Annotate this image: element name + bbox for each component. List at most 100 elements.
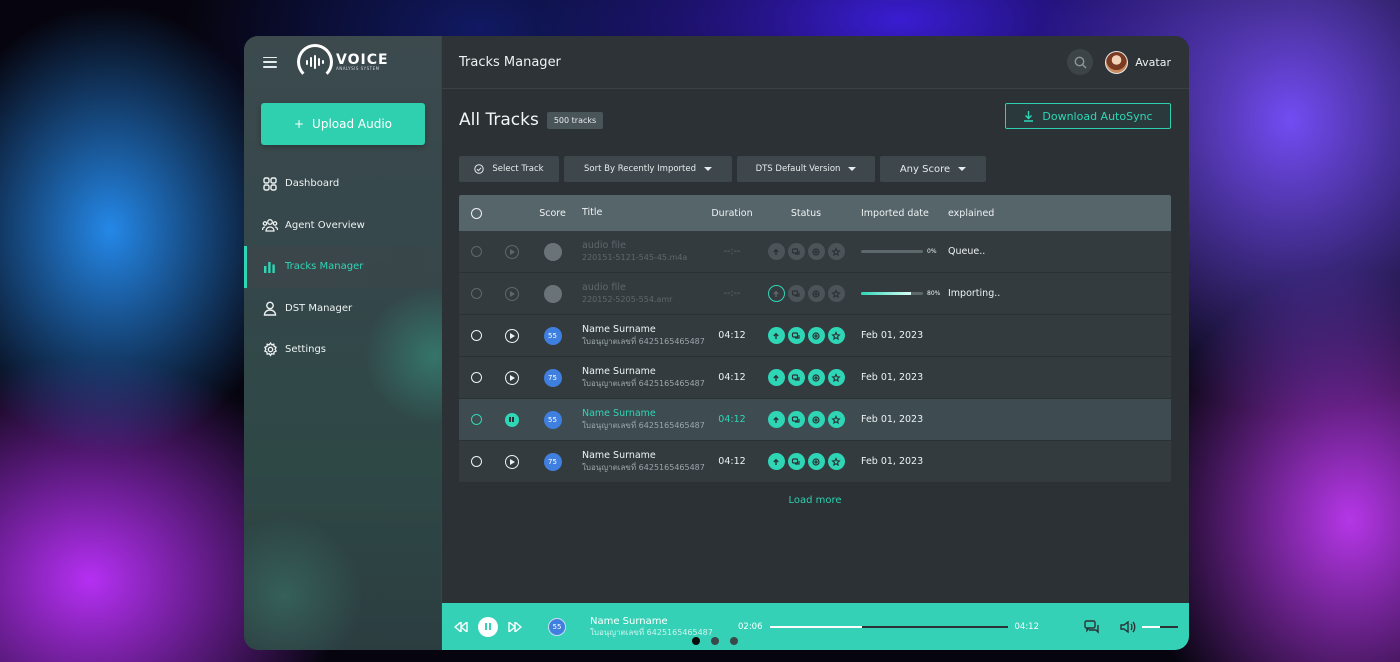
analysis-status-icon xyxy=(807,327,825,344)
upload-status-icon xyxy=(767,369,785,386)
version-dropdown[interactable]: DTS Default Version xyxy=(737,156,875,182)
track-subtitle: ใบอนุญาตเลขที่ 6425165465487 xyxy=(582,420,705,430)
volume-slider[interactable] xyxy=(1142,625,1178,628)
transcript-icon[interactable] xyxy=(1084,619,1100,634)
menu-icon[interactable] xyxy=(263,56,277,68)
analysis-status-icon xyxy=(807,411,825,428)
play-icon[interactable] xyxy=(504,286,519,301)
star-status-icon xyxy=(827,285,845,302)
sort-label: Sort By Recently Imported xyxy=(584,164,696,174)
row-checkbox[interactable] xyxy=(470,288,482,299)
user-menu[interactable]: Avatar xyxy=(1105,50,1171,74)
sidebar-item-settings[interactable]: Settings xyxy=(244,329,441,371)
upload-audio-label: Upload Audio xyxy=(312,117,393,131)
chat-status-icon xyxy=(787,327,805,344)
carousel-dot[interactable] xyxy=(711,637,719,645)
column-imported-date[interactable]: Imported date xyxy=(855,208,948,219)
filter-bar: Select Track Sort By Recently Imported D… xyxy=(442,156,1189,182)
pause-icon[interactable] xyxy=(504,412,519,427)
row-checkbox[interactable] xyxy=(470,456,482,467)
avatar xyxy=(1105,50,1129,74)
row-checkbox[interactable] xyxy=(470,372,482,383)
imported-date: Feb 01, 2023 xyxy=(861,456,924,467)
sidebar-item-tracks-manager[interactable]: Tracks Manager xyxy=(244,246,441,288)
sidebar-item-label: Tracks Manager xyxy=(285,261,364,273)
load-more-link[interactable]: Load more xyxy=(459,495,1171,506)
total-time: 04:12 xyxy=(1014,621,1040,632)
track-duration: --:-- xyxy=(723,288,741,299)
sidebar-item-dashboard[interactable]: Dashboard xyxy=(244,163,441,205)
player-pause-button[interactable] xyxy=(478,616,498,637)
user-name: Avatar xyxy=(1135,55,1171,69)
progress-label: 80% xyxy=(927,290,941,297)
progress-bar xyxy=(861,250,923,253)
download-icon xyxy=(1024,111,1034,122)
track-title: Name Surname xyxy=(582,323,656,335)
table-row[interactable]: audio file 220152-5205-554.amr --:-- 80% xyxy=(459,273,1171,315)
fast-forward-icon[interactable] xyxy=(508,621,522,632)
rewind-icon[interactable] xyxy=(454,621,468,632)
track-subtitle: ใบอนุญาตเลขที่ 6425165465487 xyxy=(582,462,705,472)
star-status-icon xyxy=(827,327,845,344)
track-title: Name Surname xyxy=(582,449,656,461)
sidebar-item-agent-overview[interactable]: Agent Overview xyxy=(244,205,441,247)
table-row[interactable]: 75 Name Surname ใบอนุญาตเลขที่ 642516546… xyxy=(459,357,1171,399)
star-status-icon xyxy=(827,243,845,260)
column-status[interactable]: Status xyxy=(757,208,855,219)
sidebar-item-dst-manager[interactable]: DST Manager xyxy=(244,288,441,330)
sidebar-item-label: Settings xyxy=(285,344,327,356)
status-icons xyxy=(757,369,855,386)
progress-label: 0% xyxy=(927,248,937,255)
analysis-status-icon xyxy=(807,285,825,302)
table-row[interactable]: 55 Name Surname ใบอนุญาตเลขที่ 642516546… xyxy=(459,315,1171,357)
chat-status-icon xyxy=(787,285,805,302)
download-autosync-button[interactable]: Download AutoSync xyxy=(1005,103,1171,129)
sort-dropdown[interactable]: Sort By Recently Imported xyxy=(564,156,732,182)
imported-date: Feb 01, 2023 xyxy=(861,414,924,425)
star-status-icon xyxy=(827,411,845,428)
track-title: Name Surname xyxy=(582,407,656,419)
upload-status-icon xyxy=(767,411,785,428)
section-title: All Tracks xyxy=(459,110,539,130)
logo-mark xyxy=(297,44,333,80)
import-progress: 0% xyxy=(861,248,948,255)
row-checkbox[interactable] xyxy=(470,414,482,425)
logo: VOICE ANALYSIS SYSTEM xyxy=(297,44,389,80)
version-label: DTS Default Version xyxy=(755,164,841,174)
search-button[interactable] xyxy=(1067,49,1094,75)
carousel-dot[interactable] xyxy=(692,637,700,645)
carousel-dots xyxy=(692,637,738,645)
track-count-badge: 500 tracks xyxy=(546,111,604,129)
play-icon[interactable] xyxy=(504,328,519,343)
chat-status-icon xyxy=(787,453,805,470)
column-score[interactable]: Score xyxy=(530,208,575,219)
column-title[interactable]: Title xyxy=(575,207,707,220)
table-row[interactable]: 75 Name Surname ใบอนุญาตเลขที่ 642516546… xyxy=(459,441,1171,483)
download-autosync-label: Download AutoSync xyxy=(1042,109,1153,123)
score-badge: 55 xyxy=(543,410,562,429)
score-dropdown[interactable]: Any Score xyxy=(880,156,986,182)
row-checkbox[interactable] xyxy=(470,330,482,341)
track-title: Name Surname xyxy=(582,365,656,377)
row-checkbox[interactable] xyxy=(470,246,482,257)
track-subtitle: 220152-5205-554.amr xyxy=(582,294,673,304)
top-bar: Tracks Manager Avatar xyxy=(442,36,1189,89)
column-explained[interactable]: explained xyxy=(948,208,1171,219)
table-row[interactable]: audio file 220151-5121-545-45.m4a --:-- … xyxy=(459,231,1171,273)
play-icon[interactable] xyxy=(504,244,519,259)
select-track-button[interactable]: Select Track xyxy=(459,156,559,182)
select-all-checkbox[interactable] xyxy=(470,207,482,219)
column-duration[interactable]: Duration xyxy=(707,208,757,219)
play-icon[interactable] xyxy=(504,370,519,385)
logo-title: VOICE xyxy=(336,52,389,68)
play-icon[interactable] xyxy=(504,454,519,469)
chevron-down-icon xyxy=(704,167,712,171)
volume-icon[interactable] xyxy=(1120,620,1136,634)
status-icons xyxy=(757,453,855,470)
carousel-dot[interactable] xyxy=(730,637,738,645)
upload-audio-button[interactable]: + Upload Audio xyxy=(261,103,425,145)
score-badge: 55 xyxy=(543,326,562,345)
table-row-playing[interactable]: 55 Name Surname ใบอนุญาตเลขที่ 642516546… xyxy=(459,399,1171,441)
upload-status-icon xyxy=(767,285,785,302)
seek-bar[interactable] xyxy=(769,625,1008,628)
